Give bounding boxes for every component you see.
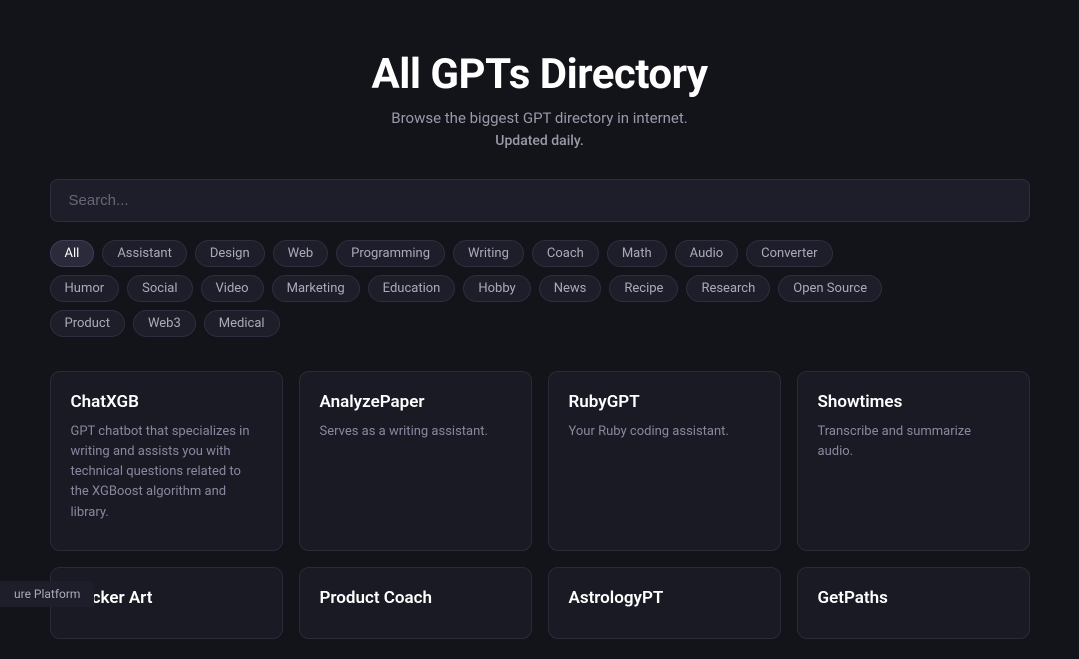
- filter-education[interactable]: Education: [368, 275, 456, 302]
- filter-writing[interactable]: Writing: [453, 240, 524, 267]
- card-analyzepaper-desc: Serves as a writing assistant.: [320, 422, 511, 442]
- card-showtimes-desc: Transcribe and summarize audio.: [818, 422, 1009, 462]
- filter-all[interactable]: All: [50, 240, 95, 267]
- updated-label: Updated daily.: [371, 133, 707, 149]
- card-product-coach-title: Product Coach: [320, 588, 511, 608]
- filter-hobby[interactable]: Hobby: [463, 275, 530, 302]
- filter-social[interactable]: Social: [127, 275, 192, 302]
- bottom-bar: ure Platform: [0, 581, 94, 607]
- card-get-paths[interactable]: GetPaths: [797, 567, 1030, 639]
- filter-audio[interactable]: Audio: [675, 240, 738, 267]
- filter-converter[interactable]: Converter: [746, 240, 832, 267]
- card-chatxgb-title: ChatXGB: [71, 392, 262, 412]
- filter-news[interactable]: News: [539, 275, 602, 302]
- filter-row-1: All Assistant Design Web Programming Wri…: [50, 240, 1030, 267]
- page-container: All GPTs Directory Browse the biggest GP…: [0, 0, 1079, 659]
- filter-assistant[interactable]: Assistant: [102, 240, 187, 267]
- filter-row-2: Humor Social Video Marketing Education H…: [50, 275, 1030, 302]
- filter-product[interactable]: Product: [50, 310, 125, 337]
- filter-web[interactable]: Web: [273, 240, 329, 267]
- filter-open-source[interactable]: Open Source: [778, 275, 882, 302]
- card-showtimes-title: Showtimes: [818, 392, 1009, 412]
- search-container: [50, 179, 1030, 222]
- card-astrology-pt-title: AstrologyPT: [569, 588, 760, 608]
- filter-recipe[interactable]: Recipe: [609, 275, 678, 302]
- filter-medical[interactable]: Medical: [204, 310, 280, 337]
- card-product-coach[interactable]: Product Coach: [299, 567, 532, 639]
- card-chatxgb-desc: GPT chatbot that specializes in writing …: [71, 422, 262, 523]
- filter-marketing[interactable]: Marketing: [272, 275, 360, 302]
- card-get-paths-title: GetPaths: [818, 588, 1009, 608]
- card-rubygpt-desc: Your Ruby coding assistant.: [569, 422, 760, 442]
- card-rubygpt[interactable]: RubyGPT Your Ruby coding assistant.: [548, 371, 781, 551]
- card-astrology-pt[interactable]: AstrologyPT: [548, 567, 781, 639]
- subtitle: Browse the biggest GPT directory in inte…: [371, 109, 707, 127]
- card-chatxgb[interactable]: ChatXGB GPT chatbot that specializes in …: [50, 371, 283, 551]
- filter-video[interactable]: Video: [201, 275, 264, 302]
- filter-row-3: Product Web3 Medical: [50, 310, 1030, 337]
- filter-math[interactable]: Math: [607, 240, 667, 267]
- filter-coach[interactable]: Coach: [532, 240, 599, 267]
- filters-container: All Assistant Design Web Programming Wri…: [50, 240, 1030, 345]
- filter-programming[interactable]: Programming: [336, 240, 445, 267]
- filter-research[interactable]: Research: [686, 275, 770, 302]
- card-analyzepaper[interactable]: AnalyzePaper Serves as a writing assista…: [299, 371, 532, 551]
- cards-grid: ChatXGB GPT chatbot that specializes in …: [50, 371, 1030, 639]
- card-rubygpt-title: RubyGPT: [569, 392, 760, 412]
- filter-design[interactable]: Design: [195, 240, 265, 267]
- filter-humor[interactable]: Humor: [50, 275, 120, 302]
- header: All GPTs Directory Browse the biggest GP…: [371, 50, 707, 149]
- page-title: All GPTs Directory: [371, 50, 707, 99]
- bottom-bar-label: ure Platform: [14, 587, 80, 601]
- search-input[interactable]: [50, 179, 1030, 222]
- card-hacker-art-title: Hacker Art: [71, 588, 262, 608]
- filter-web3[interactable]: Web3: [133, 310, 196, 337]
- card-showtimes[interactable]: Showtimes Transcribe and summarize audio…: [797, 371, 1030, 551]
- card-analyzepaper-title: AnalyzePaper: [320, 392, 511, 412]
